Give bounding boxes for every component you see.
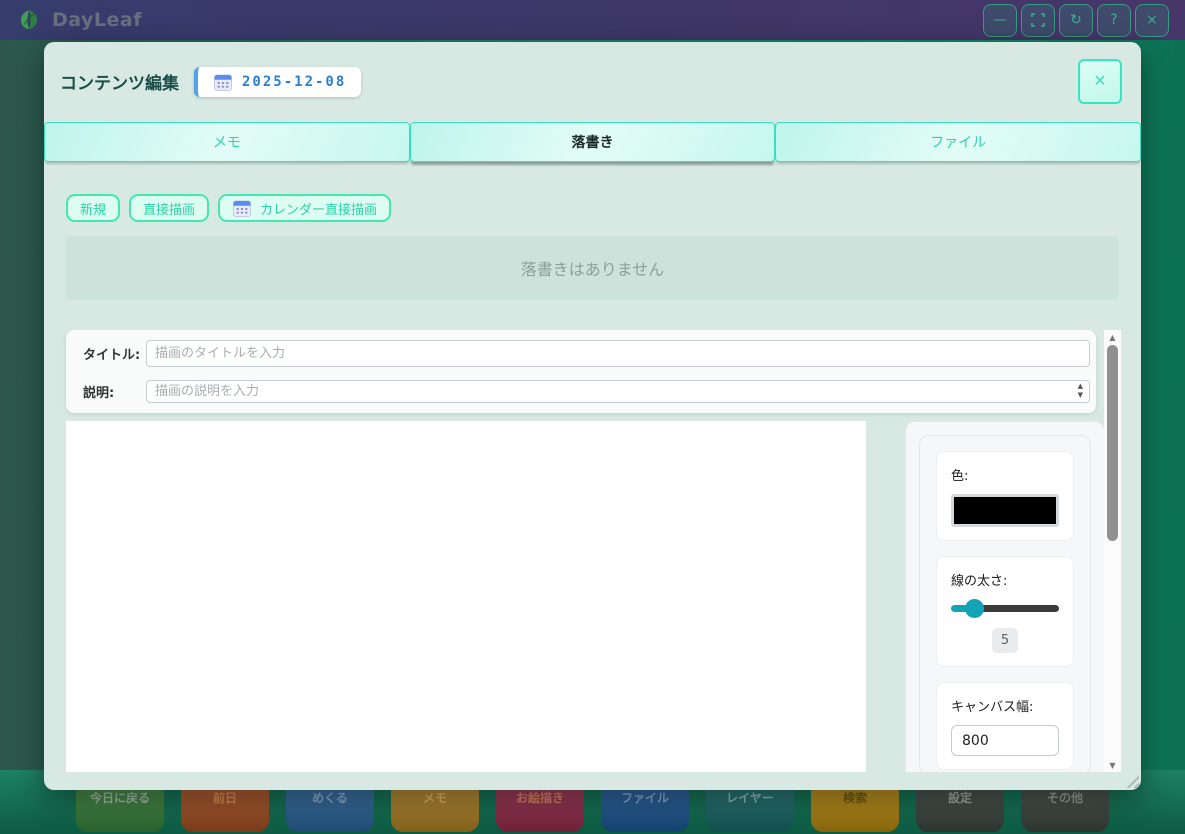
doodle-description-input[interactable] xyxy=(146,380,1090,403)
window-controls: — ↻ ? × xyxy=(983,4,1169,37)
modal-close-button[interactable]: × xyxy=(1078,59,1122,104)
canvas-width-label: キャンバス幅: xyxy=(951,696,1059,715)
calendar-icon xyxy=(232,198,252,218)
modal-title: コンテンツ編集 xyxy=(60,69,179,94)
new-doodle-label: 新規 xyxy=(80,199,106,218)
refresh-button[interactable]: ↻ xyxy=(1059,4,1093,37)
app-title: DayLeaf xyxy=(52,9,142,31)
modal-resize-handle[interactable] xyxy=(1122,771,1139,788)
doodle-form: タイトル: 説明: ▲▼ xyxy=(66,330,1096,413)
minimize-icon: — xyxy=(993,12,1007,28)
canvas-width-input[interactable] xyxy=(951,725,1059,756)
color-picker-swatch[interactable] xyxy=(951,494,1059,527)
date-picker-button[interactable]: 2025-12-08 xyxy=(194,67,361,97)
color-label: 色: xyxy=(951,465,1059,484)
line-width-value: 5 xyxy=(992,628,1018,653)
window-close-button[interactable]: × xyxy=(1135,4,1169,37)
canvas-width-card: キャンバス幅: xyxy=(936,682,1074,770)
scroll-down-icon[interactable]: ▼ xyxy=(1109,758,1115,772)
calendar-icon xyxy=(213,72,233,92)
direct-draw-label: 直接描画 xyxy=(143,199,195,218)
calendar-direct-draw-label: カレンダー直接描画 xyxy=(260,199,377,218)
help-icon: ? xyxy=(1110,12,1117,28)
tab-file[interactable]: ファイル xyxy=(775,122,1141,162)
date-value: 2025-12-08 xyxy=(242,74,346,90)
drawing-tools-inner: 色: 線の太さ: 5 キャンバス幅: xyxy=(919,435,1091,772)
doodle-editor-region: タイトル: 説明: ▲▼ 色: 線の太 xyxy=(44,330,1141,772)
line-width-card: 線の太さ: 5 xyxy=(936,556,1074,667)
doodle-title-input[interactable] xyxy=(146,340,1090,367)
help-button[interactable]: ? xyxy=(1097,4,1131,37)
modal-tabs: メモ 落書き ファイル xyxy=(44,122,1141,162)
description-label: 説明: xyxy=(83,382,146,401)
tab-memo[interactable]: メモ xyxy=(44,122,410,162)
app-brand: DayLeaf xyxy=(16,7,142,33)
direct-draw-button[interactable]: 直接描画 xyxy=(129,194,209,222)
close-icon: × xyxy=(1146,12,1158,28)
minimize-button[interactable]: — xyxy=(983,4,1017,37)
fullscreen-button[interactable] xyxy=(1021,4,1055,37)
doodle-empty-state: 落書きはありません xyxy=(66,236,1119,300)
tab-doodle[interactable]: 落書き xyxy=(410,122,776,162)
new-doodle-button[interactable]: 新規 xyxy=(66,194,120,222)
fullscreen-icon xyxy=(1031,13,1045,27)
stepper-arrows-icon[interactable]: ▲▼ xyxy=(1078,382,1083,400)
scrollbar-thumb[interactable] xyxy=(1107,345,1118,541)
drawing-canvas[interactable] xyxy=(66,421,866,772)
app-titlebar: DayLeaf — ↻ ? × xyxy=(0,0,1185,40)
slider-thumb[interactable] xyxy=(965,599,984,618)
line-width-label: 線の太さ: xyxy=(951,570,1059,589)
content-edit-modal: コンテンツ編集 2025-12-08 × メモ 落書き ファイル 新規 直接描画 xyxy=(44,42,1141,790)
calendar-direct-draw-button[interactable]: カレンダー直接描画 xyxy=(218,194,391,222)
title-label: タイトル: xyxy=(83,344,146,363)
line-width-slider[interactable] xyxy=(951,599,1059,618)
empty-message: 落書きはありません xyxy=(521,256,665,280)
leaf-logo-icon xyxy=(16,7,42,33)
refresh-icon: ↻ xyxy=(1070,12,1082,28)
scroll-up-icon[interactable]: ▲ xyxy=(1109,330,1115,344)
modal-close-icon: × xyxy=(1094,70,1106,93)
modal-header: コンテンツ編集 2025-12-08 × xyxy=(44,42,1141,104)
drawing-tools-panel: 色: 線の太さ: 5 キャンバス幅: xyxy=(905,421,1105,772)
doodle-actions: 新規 直接描画 カレンダー直接描画 xyxy=(66,194,1119,222)
color-card: 色: xyxy=(936,451,1074,541)
vertical-scrollbar[interactable]: ▲ ▼ xyxy=(1104,330,1121,772)
